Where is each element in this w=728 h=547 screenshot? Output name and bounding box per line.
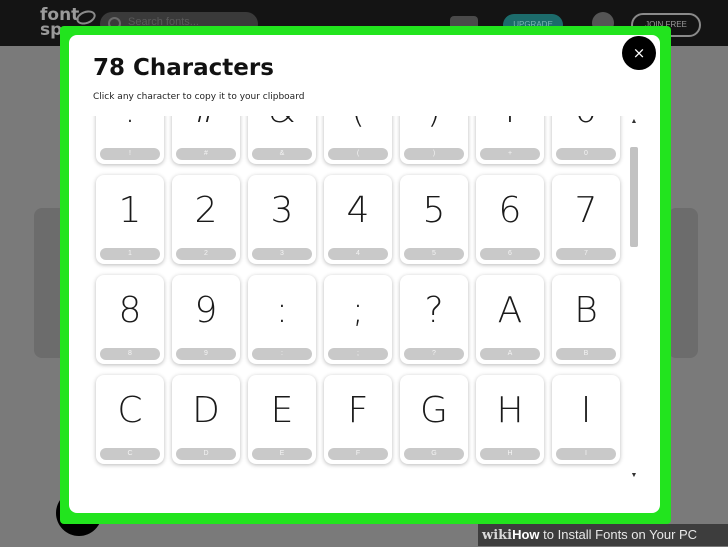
character-label: 7 [556,248,616,260]
character-glyph: 6 [498,190,522,231]
chevron-down-icon[interactable]: ▼ [629,472,639,479]
character-label: A [480,348,540,360]
character-cell[interactable]: AA [476,275,544,364]
character-label: H [480,448,540,460]
character-label: C [100,448,160,460]
character-label: D [176,448,236,460]
character-cell[interactable]: EE [248,375,316,464]
character-cell[interactable]: ?? [400,275,468,364]
character-cell[interactable]: 22 [172,175,240,264]
character-glyph: ? [424,290,444,331]
character-cell[interactable]: 33 [248,175,316,264]
character-cell[interactable]: 66 [476,175,544,264]
character-cell[interactable]: GG [400,375,468,464]
character-cell[interactable]: :: [248,275,316,364]
character-glyph: : [275,290,289,331]
character-cell[interactable]: FF [324,375,392,464]
character-glyph: 9 [194,290,218,331]
modal-title: 78 Characters [93,55,274,81]
character-glyph: I [580,390,592,431]
character-cell[interactable]: ;; [324,275,392,364]
character-cell[interactable]: II [552,375,620,464]
watermark-how: How [512,527,540,542]
character-label: 5 [404,248,464,260]
characters-modal: 78 Characters Click any character to cop… [69,35,660,513]
character-glyph: F [347,390,369,431]
character-label: 1 [100,248,160,260]
character-cell[interactable]: BB [552,275,620,364]
character-label: ( [328,148,388,160]
character-glyph: + [476,116,544,131]
character-cell[interactable]: 00 [552,116,620,164]
character-label: I [556,448,616,460]
modal-subtitle: Click any character to copy it to your c… [93,92,305,102]
character-cell[interactable]: 99 [172,275,240,364]
character-glyph: D [192,390,220,431]
character-glyph: 4 [346,190,370,231]
character-glyph: ) [400,116,468,131]
character-label: 4 [328,248,388,260]
character-label: : [252,348,312,360]
character-glyph: 2 [194,190,218,231]
character-glyph: 0 [552,116,620,131]
character-cell[interactable]: (( [324,116,392,164]
character-label: 9 [176,348,236,360]
background-card-right [668,208,698,358]
character-label: 3 [252,248,312,260]
character-cell[interactable]: CC [96,375,164,464]
character-label: 6 [480,248,540,260]
character-glyph: 1 [118,190,142,231]
character-cell[interactable]: && [248,116,316,164]
character-cell[interactable]: DD [172,375,240,464]
character-glyph: ; [351,290,365,331]
character-cell[interactable]: 55 [400,175,468,264]
chevron-up-icon[interactable]: ▲ [629,118,639,125]
character-cell[interactable]: !! [96,116,164,164]
character-cell[interactable]: HH [476,375,544,464]
character-glyph: E [270,390,294,431]
character-glyph: 7 [574,190,598,231]
character-glyph: C [117,390,143,431]
character-glyph: 5 [422,190,446,231]
character-glyph: H [496,390,524,431]
character-cell[interactable]: ++ [476,116,544,164]
character-cell[interactable]: 44 [324,175,392,264]
character-grid-viewport: !!##&&(())++00112233445566778899::;;??AA… [69,116,639,491]
character-label: B [556,348,616,360]
character-grid: !!##&&(())++00112233445566778899::;;??AA… [96,116,620,464]
close-button[interactable]: × [622,36,656,70]
watermark-title: to Install Fonts on Your PC [539,527,698,542]
close-icon: × [632,44,646,62]
watermark-wiki: wiki [482,528,513,543]
character-label: + [480,148,540,160]
character-label: E [252,448,312,460]
character-label: G [404,448,464,460]
character-label: 2 [176,248,236,260]
character-label: ) [404,148,464,160]
wikihow-watermark: wikiHow to Install Fonts on Your PC [478,524,728,546]
character-label: 0 [556,148,616,160]
character-label: # [176,148,236,160]
character-label: ! [100,148,160,160]
character-label: ? [404,348,464,360]
character-glyph: 3 [270,190,294,231]
character-label: ; [328,348,388,360]
character-glyph: # [172,116,240,131]
character-cell[interactable]: )) [400,116,468,164]
character-glyph: ( [324,116,392,131]
character-label: F [328,448,388,460]
character-cell[interactable]: 77 [552,175,620,264]
character-cell[interactable]: ## [172,116,240,164]
character-glyph: B [574,290,598,331]
character-glyph: ! [96,116,164,131]
character-glyph: G [420,390,448,431]
character-label: 8 [100,348,160,360]
character-cell[interactable]: 11 [96,175,164,264]
character-label: & [252,148,312,160]
character-glyph: & [248,116,316,131]
character-glyph: A [497,290,523,331]
character-cell[interactable]: 88 [96,275,164,364]
character-glyph: 8 [118,290,142,331]
scrollbar-thumb[interactable] [630,147,638,247]
